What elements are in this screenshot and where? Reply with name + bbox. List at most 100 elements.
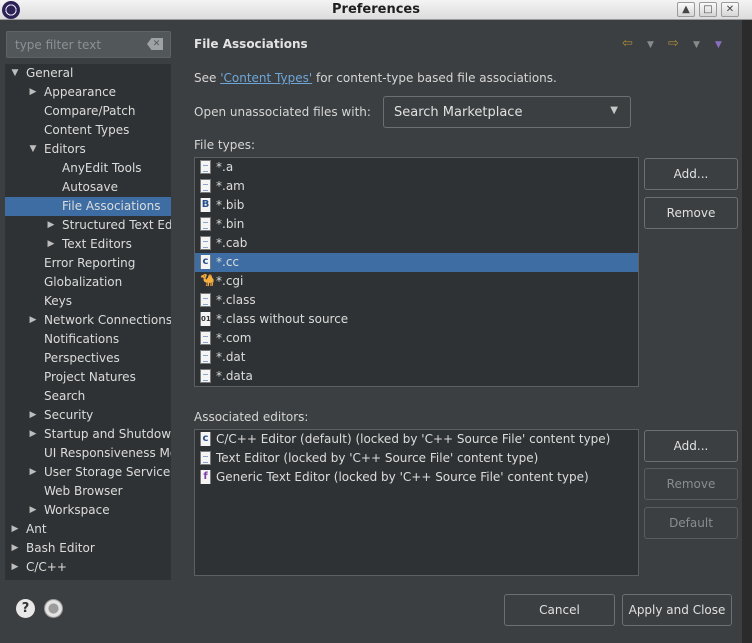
collapse-arrow-icon[interactable]: ▶ (45, 216, 57, 235)
collapse-arrow-icon[interactable]: ▶ (27, 406, 39, 425)
tree-item[interactable]: ▶ Workspace (5, 501, 171, 520)
collapse-arrow-icon[interactable]: ▶ (45, 235, 57, 254)
list-item[interactable]: *.am (195, 177, 638, 196)
tree-item-label: UI Responsiveness Monitoring (44, 446, 171, 460)
tree-item[interactable]: AnyEdit Tools (5, 159, 171, 178)
page-title: File Associations (194, 37, 308, 51)
list-item[interactable]: *.a (195, 158, 638, 177)
class-file-icon: 01 (200, 312, 211, 326)
list-item[interactable]: 01 *.class without source (195, 310, 638, 329)
list-item[interactable]: c C/C++ Editor (default) (locked by 'C++ … (195, 430, 638, 449)
collapse-arrow-icon[interactable]: ▶ (27, 425, 39, 444)
remove-editor-button[interactable]: Remove (644, 468, 738, 500)
tree-item[interactable]: File Associations (5, 197, 171, 216)
default-editor-button[interactable]: Default (644, 507, 738, 539)
tree-item[interactable]: ▼ Editors (5, 140, 171, 159)
tree-item-label: Perspectives (44, 351, 120, 365)
list-item-label: *.bin (216, 217, 245, 231)
maximize-button[interactable]: □ (699, 2, 717, 17)
tree-item[interactable]: Error Reporting (5, 254, 171, 273)
tree-item-label: Appearance (44, 85, 117, 99)
tree-item[interactable]: ▶ Ant (5, 520, 171, 539)
tree-item-label: Workspace (44, 503, 110, 517)
expand-arrow-icon[interactable]: ▼ (27, 140, 39, 159)
list-item-label: *.class (216, 293, 256, 307)
tree-item[interactable]: ▶ User Storage Service (5, 463, 171, 482)
list-item-label: C/C++ Editor (default) (locked by 'C++ S… (216, 432, 611, 446)
list-item-label: *.cgi (216, 274, 244, 288)
add-file-type-button[interactable]: Add... (644, 158, 738, 190)
tree-item-label: Security (44, 408, 94, 422)
tree-item-label: User Storage Service (44, 465, 171, 479)
filter-input[interactable]: type filter text ✕ (6, 31, 171, 58)
import-export-icon[interactable] (44, 599, 63, 618)
tree-item-label: Error Reporting (44, 256, 136, 270)
list-item[interactable]: *.bin (195, 215, 638, 234)
tree-item[interactable]: ▶ Structured Text Editors (5, 216, 171, 235)
tree-item[interactable]: Compare/Patch (5, 102, 171, 121)
list-item[interactable]: f Generic Text Editor (locked by 'C++ Sou… (195, 468, 638, 487)
list-item[interactable]: *.dat (195, 348, 638, 367)
collapse-arrow-icon[interactable]: ▶ (27, 311, 39, 330)
collapse-arrow-icon[interactable]: ▶ (27, 463, 39, 482)
tree-item[interactable]: ▶ Appearance (5, 83, 171, 102)
list-item[interactable]: Text Editor (locked by 'C++ Source File'… (195, 449, 638, 468)
list-item[interactable]: *.com (195, 329, 638, 348)
tree-item[interactable]: ▶ Security (5, 406, 171, 425)
back-arrow-icon[interactable]: ⇦ (622, 36, 633, 51)
list-item[interactable]: *.data (195, 367, 638, 386)
tree-item[interactable]: UI Responsiveness Monitoring (5, 444, 171, 463)
forward-arrow-icon[interactable]: ⇨ (668, 36, 679, 51)
tree-item[interactable]: Web Browser (5, 482, 171, 501)
tree-item-label: Notifications (44, 332, 120, 346)
expand-arrow-icon[interactable]: ▼ (9, 64, 21, 83)
tree-item-label: Ant (26, 522, 47, 536)
tree-item[interactable]: ▼ General (5, 64, 171, 83)
collapse-arrow-icon[interactable]: ▶ (9, 520, 21, 539)
list-item[interactable]: *.class (195, 291, 638, 310)
tree-item[interactable]: Perspectives (5, 349, 171, 368)
tree-item[interactable]: ▶ Text Editors (5, 235, 171, 254)
content-types-link[interactable]: 'Content Types' (220, 71, 312, 85)
file-types-list[interactable]: *.a *.am B *.bib *.bin *.cab c *.cc 🐪 *.cgi *.clas… (194, 157, 639, 387)
collapse-arrow-icon[interactable]: ▶ (27, 501, 39, 520)
open-unassociated-select[interactable]: Search Marketplace ▼ (383, 96, 631, 128)
tree-item[interactable]: ▶ Startup and Shutdown (5, 425, 171, 444)
help-icon[interactable]: ? (16, 599, 35, 618)
tree-item-label: Project Natures (44, 370, 136, 384)
collapse-arrow-icon[interactable]: ▶ (9, 558, 21, 577)
add-editor-button[interactable]: Add... (644, 430, 738, 462)
tree-item[interactable]: Project Natures (5, 368, 171, 387)
list-item[interactable]: B *.bib (195, 196, 638, 215)
clear-filter-icon[interactable]: ✕ (147, 38, 163, 50)
tree-item[interactable]: ▶ Bash Editor (5, 539, 171, 558)
list-item[interactable]: 🐪 *.cgi (195, 272, 638, 291)
list-item[interactable]: *.cab (195, 234, 638, 253)
tree-item[interactable]: Content Types (5, 121, 171, 140)
view-menu-icon[interactable]: ▼ (715, 40, 722, 50)
shade-window-button[interactable]: ▲ (677, 2, 695, 17)
cancel-button[interactable]: Cancel (504, 594, 615, 626)
tree-item[interactable]: Keys (5, 292, 171, 311)
collapse-arrow-icon[interactable]: ▶ (9, 539, 21, 558)
apply-and-close-button[interactable]: Apply and Close (622, 594, 732, 626)
forward-menu-chevron-icon[interactable]: ▼ (693, 40, 700, 50)
associated-editors-list[interactable]: c C/C++ Editor (default) (locked by 'C++ … (194, 429, 639, 576)
list-item[interactable]: c *.cc (195, 253, 638, 272)
tree-item-label: Globalization (44, 275, 123, 289)
preferences-tree[interactable]: ▼ General ▶ Appearance Compare/Patch Content … (5, 64, 171, 580)
close-window-button[interactable]: ✕ (721, 2, 739, 17)
remove-file-type-button[interactable]: Remove (644, 197, 738, 229)
file-icon (200, 293, 211, 307)
tree-item[interactable]: Notifications (5, 330, 171, 349)
open-unassociated-label: Open unassociated files with: (194, 105, 371, 119)
collapse-arrow-icon[interactable]: ▶ (27, 83, 39, 102)
tree-item[interactable]: ▶ C/C++ (5, 558, 171, 577)
tree-item[interactable]: Autosave (5, 178, 171, 197)
tree-item[interactable]: Globalization (5, 273, 171, 292)
chevron-down-icon: ▼ (610, 105, 618, 116)
associated-editors-label: Associated editors: (194, 410, 309, 424)
tree-item[interactable]: ▶ Network Connections (5, 311, 171, 330)
back-menu-chevron-icon[interactable]: ▼ (647, 40, 654, 50)
tree-item[interactable]: Search (5, 387, 171, 406)
